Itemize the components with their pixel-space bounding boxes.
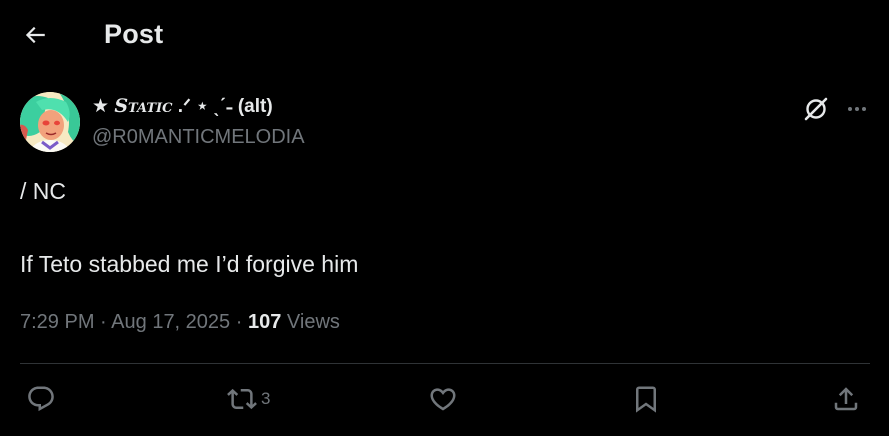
name-deco: Static [114,95,173,117]
share-icon [834,387,858,411]
post-meta: 7:29 PM · Aug 17, 2025 · 107 Views [20,311,340,334]
share-button[interactable] [831,380,861,418]
repost-icon [227,388,257,410]
name-prefix: ★ [92,96,110,117]
divider [20,363,870,364]
avatar[interactable] [20,92,80,152]
views-label: Views [286,311,340,333]
like-button[interactable] [428,380,458,418]
meta-separator: · [100,311,107,333]
views-count: 107 [247,311,282,333]
like-icon [430,388,456,411]
grok-icon [804,97,828,121]
grok-button[interactable] [800,94,832,124]
bookmark-button[interactable] [631,380,661,418]
repost-count: 3 [261,389,271,408]
avatar-image [20,92,80,152]
reply-button[interactable] [26,380,56,418]
author-handle[interactable]: @R0MANTICMELODIA [92,126,305,149]
tweet-text-line-1: / NC [20,178,66,204]
meta-separator-2: · [235,311,243,333]
back-arrow-icon [25,26,45,44]
more-icon [848,107,866,111]
top-bar: Post [0,0,889,70]
author-display-name[interactable]: ★ Static .ᐟ ⋆ ˎˊ˗ (alt) [92,95,273,118]
post-time[interactable]: 7:29 PM [20,311,94,333]
repost-button[interactable]: 3 [227,380,270,418]
bookmark-icon [636,386,656,413]
page-title: Post [104,19,164,49]
name-suffix: .ᐟ ⋆ ˎˊ˗ (alt) [177,96,273,117]
tweet-text-line-2: If Teto stabbed me I’d forgive him [20,251,359,277]
more-options-button[interactable] [842,94,872,124]
post-date[interactable]: Aug 17, 2025 [111,311,230,333]
back-button[interactable] [18,18,52,52]
reply-icon [28,386,54,412]
